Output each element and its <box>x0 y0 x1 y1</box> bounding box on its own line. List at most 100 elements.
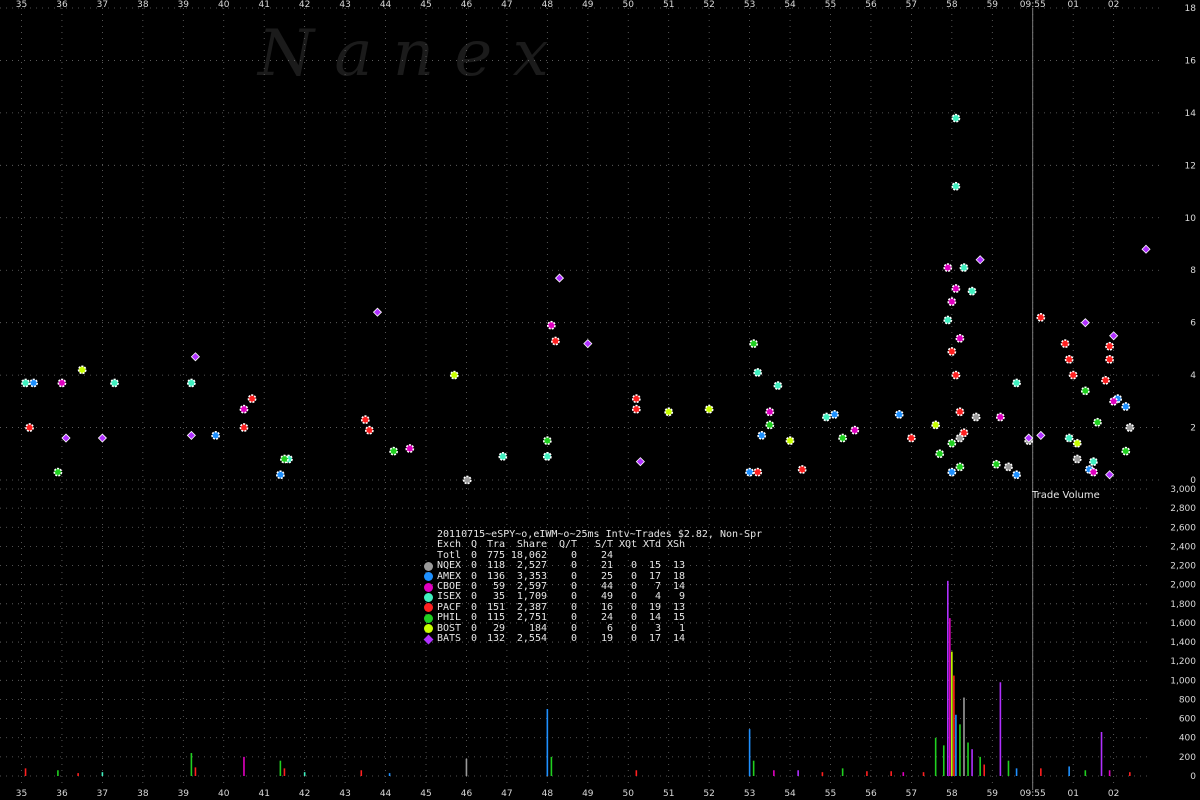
price-tick-label: 8 <box>1190 266 1196 276</box>
volume-tick-label: 1,600 <box>1170 619 1196 629</box>
volume-bar <box>773 770 775 776</box>
circle-marker-icon <box>423 572 433 582</box>
trade-point-cboe <box>995 412 1005 422</box>
volume-bar <box>190 753 193 776</box>
x-tick-label: 49 <box>582 789 594 799</box>
trade-point-bats <box>1109 331 1119 341</box>
volume-bar <box>748 729 751 776</box>
trade-point-pacf <box>1064 354 1074 364</box>
trade-point-phil <box>765 420 775 430</box>
trade-point-amex <box>211 431 221 440</box>
x-tick-label: 51 <box>663 789 674 799</box>
volume-tick-label: 800 <box>1179 695 1196 705</box>
trade-point-pacf <box>1068 370 1078 380</box>
trade-point-phil <box>749 339 759 349</box>
volume-bar <box>465 758 468 776</box>
x-tick-label: 44 <box>380 0 392 10</box>
volume-bar <box>635 770 638 776</box>
trade-point-cboe <box>1089 467 1098 477</box>
price-tick-label: 16 <box>1185 56 1197 66</box>
trade-point-amex <box>830 410 839 419</box>
volume-bar <box>550 756 553 776</box>
watermark-text: N a n e x <box>256 17 549 91</box>
legend-header-xsh: XSh <box>666 539 685 551</box>
trade-point-phil <box>280 454 289 464</box>
volume-bar <box>967 742 969 776</box>
x-tick-label: 43 <box>339 789 350 799</box>
legend-cell-st: 19 <box>600 632 613 644</box>
trade-point-nqex <box>971 412 981 422</box>
price-tick-label: 6 <box>1190 319 1196 329</box>
trade-point-phil <box>542 436 552 446</box>
trade-point-pacf <box>797 465 807 474</box>
x-tick-label: 35 <box>16 789 27 799</box>
x-tick-label: 57 <box>906 0 917 10</box>
price-tick-label: 4 <box>1190 371 1196 381</box>
volume-tick-label: 400 <box>1179 734 1196 744</box>
x-tick-label: 47 <box>501 789 512 799</box>
trade-chart: N a n e x 353536363737383839394040414142… <box>0 0 1197 799</box>
trade-point-pacf <box>1105 354 1115 364</box>
legend-header-xqt: XQt <box>618 539 637 551</box>
volume-bar <box>388 773 391 776</box>
trade-point-amex <box>275 470 285 480</box>
x-tick-label: 47 <box>501 0 512 10</box>
trade-point-pacf <box>360 415 370 425</box>
trade-point-cboe <box>1109 396 1119 406</box>
trade-point-phil <box>1080 386 1090 396</box>
trade-point-bost <box>1072 438 1082 448</box>
x-tick-label: 40 <box>218 0 230 10</box>
legend-cell-qt: 0 <box>570 612 577 624</box>
x-tick-label: 42 <box>299 789 310 799</box>
trade-point-bats <box>975 255 985 265</box>
trade-point-isex <box>967 286 977 296</box>
x-tick-label: 02 <box>1108 789 1119 799</box>
volume-bar <box>1084 770 1087 776</box>
trade-point-cboe <box>943 263 953 272</box>
x-tick-label: 38 <box>137 0 149 10</box>
trade-point-bost <box>931 420 941 430</box>
volume-bar <box>1100 731 1103 776</box>
x-tick-label: 43 <box>339 0 350 10</box>
volume-bar <box>57 770 59 776</box>
x-tick-label: 56 <box>865 0 877 10</box>
volume-bar <box>971 749 973 776</box>
legend-swatch <box>422 572 434 582</box>
volume-bar <box>890 771 892 776</box>
volume-bar <box>1068 766 1070 776</box>
legend-cell-share: 2,554 <box>516 632 547 644</box>
trade-point-bats <box>1080 318 1090 328</box>
x-tick-label: 37 <box>97 789 108 799</box>
trade-point-pacf <box>1060 339 1070 349</box>
trade-point-amex <box>947 467 957 477</box>
circle-marker-icon <box>423 624 433 634</box>
x-tick-label: 59 <box>987 789 999 799</box>
trade-point-bats <box>1105 470 1115 480</box>
trade-point-bats <box>554 273 565 283</box>
legend-header-xtd: XTd <box>642 539 661 551</box>
x-tick-label: 52 <box>703 0 714 10</box>
volume-bar <box>953 675 955 776</box>
volume-bar <box>194 767 197 776</box>
trade-point-bats <box>190 352 201 362</box>
x-tick-label: 57 <box>906 789 917 799</box>
legend-cell-q: 0 <box>470 612 477 624</box>
legend-cell-xtd: 14 <box>648 612 661 624</box>
legend-swatch <box>422 561 434 571</box>
volume-tick-label: 1,200 <box>1170 657 1196 667</box>
volume-bar <box>983 764 986 776</box>
trade-point-phil <box>838 433 848 443</box>
legend-cell-exch: BATS <box>437 632 462 644</box>
x-tick-label: 53 <box>744 789 755 799</box>
trade-point-cboe <box>850 425 860 435</box>
trade-point-bost <box>704 404 714 414</box>
legend-row: BATS 0 132 2,554 0 19 0 17 14 <box>422 632 762 645</box>
legend-cell-xqt: 0 <box>630 632 637 644</box>
trade-point-isex <box>943 315 953 325</box>
volume-bar <box>546 709 549 776</box>
legend-cell-tra: 115 <box>486 612 505 624</box>
legend-header-spacer <box>422 541 434 551</box>
legend-rows: Totl 0 775 18,062 0 24 NQEX 0 118 2,527 0 21 0 15 13 AM… <box>422 550 762 645</box>
trade-point-bats <box>186 430 196 440</box>
circle-marker-icon <box>423 613 433 623</box>
